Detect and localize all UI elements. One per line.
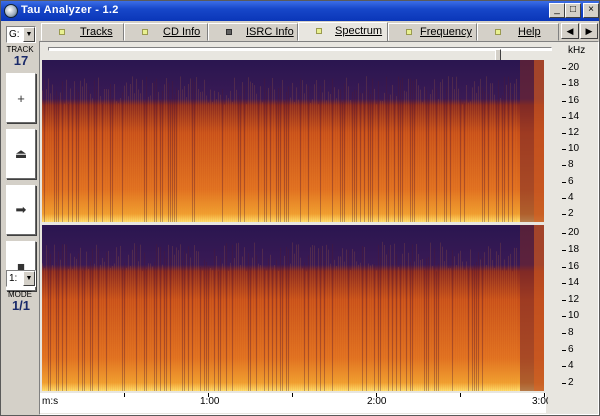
drive-value: G: xyxy=(9,29,20,40)
x-axis-unit: m:s xyxy=(42,396,59,407)
eject-button[interactable]: ⏏ xyxy=(6,129,36,179)
x-tick-mark xyxy=(292,393,293,397)
tab-label: Spectrum xyxy=(335,25,383,37)
drive-select[interactable]: G: ▼ xyxy=(6,26,36,43)
tab-label: Tracks xyxy=(80,26,113,38)
title-bar[interactable]: Tau Analyzer - 1.2 _ □ × xyxy=(1,1,599,21)
y-tick-label-bottom: 8 xyxy=(562,327,594,338)
app-window: Tau Analyzer - 1.2 _ □ × G: ▼ TRACK 17 +… xyxy=(0,0,600,416)
position-slider[interactable] xyxy=(48,47,552,61)
tab-strip: Tracks CD Info ISRC Info Spectrum Freque… xyxy=(41,22,559,42)
spectrogram-top xyxy=(42,60,544,222)
y-tick-label-bottom: 16 xyxy=(562,261,594,272)
mode-value: 1/1 xyxy=(11,298,31,313)
spectrum-panel: kHz m:s 1:00 2:00 3:00 20 18 16 14 12 10 8 6 4 2 2… xyxy=(39,41,599,415)
y-tick-label-bottom: 14 xyxy=(562,277,594,288)
y-tick-label-top: 10 xyxy=(562,143,594,154)
window-title: Tau Analyzer - 1.2 xyxy=(21,4,119,16)
mode-combo-value: 1: xyxy=(9,273,18,284)
maximize-button[interactable]: □ xyxy=(565,3,581,18)
tab-scroll: ◀ ▶ xyxy=(561,23,599,39)
next-track-button[interactable]: + xyxy=(6,73,36,123)
app-icon xyxy=(4,4,18,18)
minimize-button[interactable]: _ xyxy=(549,3,565,18)
tab-frequency[interactable]: Frequency xyxy=(388,23,477,41)
x-tick-label: 2:00 xyxy=(367,396,387,407)
y-tick-label-bottom: 6 xyxy=(562,344,594,355)
led-indicator xyxy=(495,29,501,35)
unit-label: kHz xyxy=(568,45,586,56)
y-tick-label-bottom: 18 xyxy=(562,244,594,255)
y-tick-label-bottom: 2 xyxy=(562,377,594,388)
led-indicator xyxy=(316,28,322,34)
tab-label: Help xyxy=(518,26,541,38)
x-tick-mark xyxy=(460,393,461,397)
y-tick-label-bottom: 12 xyxy=(562,294,594,305)
y-tick-label-bottom: 4 xyxy=(562,360,594,371)
tab-label: ISRC Info xyxy=(246,26,294,38)
y-tick-label-top: 20 xyxy=(562,62,594,73)
arrow-right-icon: ➡ xyxy=(15,202,27,217)
tab-help[interactable]: Help xyxy=(477,23,559,41)
led-indicator xyxy=(406,29,412,35)
spectrogram-bottom xyxy=(42,225,544,391)
control-panel: G: ▼ TRACK 17 + ⏏ ➡ ■ 1: ▼ MODE 1/1 xyxy=(3,23,37,415)
close-button[interactable]: × xyxy=(583,3,599,18)
led-indicator xyxy=(59,29,65,35)
mode-select[interactable]: 1: ▼ xyxy=(6,270,36,287)
time-axis: m:s 1:00 2:00 3:00 xyxy=(40,393,551,413)
y-tick-label-top: 6 xyxy=(562,176,594,187)
y-tick-label-top: 14 xyxy=(562,111,594,122)
led-indicator xyxy=(142,29,148,35)
scroll-left-button[interactable]: ◀ xyxy=(561,23,579,39)
tab-isrc-info[interactable]: ISRC Info xyxy=(208,23,298,41)
play-button[interactable]: ➡ xyxy=(6,185,36,235)
tab-tracks[interactable]: Tracks xyxy=(41,23,124,41)
y-tick-label-top: 16 xyxy=(562,95,594,106)
chevron-down-icon[interactable]: ▼ xyxy=(23,27,35,42)
x-tick-mark xyxy=(124,393,125,397)
y-tick-label-top: 18 xyxy=(562,78,594,89)
y-tick-label-top: 4 xyxy=(562,192,594,203)
y-tick-label-top: 12 xyxy=(562,127,594,138)
tab-label: CD Info xyxy=(163,26,201,38)
tab-label: Frequency xyxy=(420,26,472,38)
corner-box xyxy=(548,393,598,413)
tab-cd-info[interactable]: CD Info xyxy=(124,23,208,41)
x-tick-label: 1:00 xyxy=(200,396,220,407)
scroll-right-button[interactable]: ▶ xyxy=(580,23,598,39)
track-number: 17 xyxy=(13,53,29,68)
plus-icon: + xyxy=(17,90,25,106)
y-tick-label-top: 8 xyxy=(562,159,594,170)
y-tick-label-bottom: 10 xyxy=(562,310,594,321)
y-tick-label-top: 2 xyxy=(562,208,594,219)
chevron-down-icon[interactable]: ▼ xyxy=(23,271,35,286)
y-tick-label-bottom: 20 xyxy=(562,227,594,238)
eject-icon: ⏏ xyxy=(14,146,28,161)
led-indicator xyxy=(226,29,232,35)
tab-spectrum[interactable]: Spectrum xyxy=(298,22,388,42)
